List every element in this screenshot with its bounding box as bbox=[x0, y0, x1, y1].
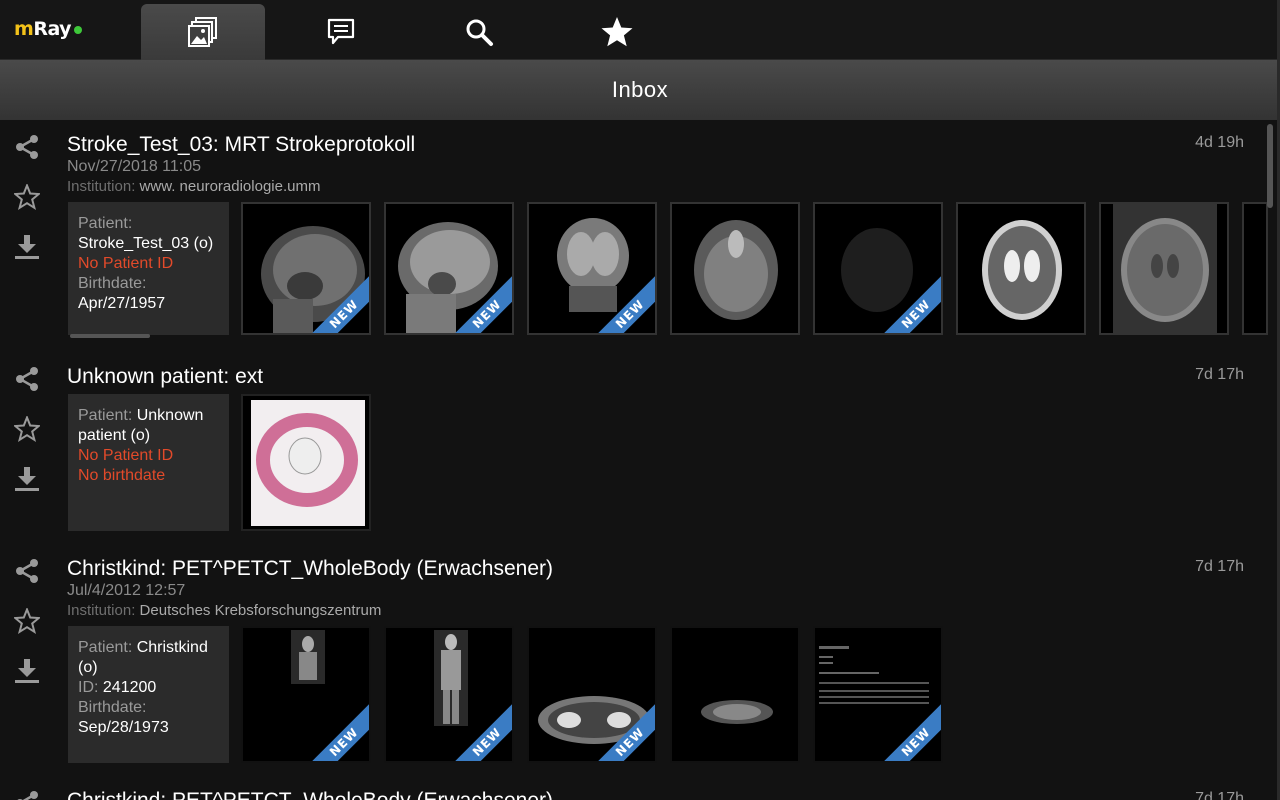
patient-name-cont: (o) bbox=[78, 659, 98, 676]
study-title[interactable]: Christkind: PET^PETCT_WholeBody (Erwachs… bbox=[67, 557, 553, 581]
study-institution: Institution: Deutsches Krebsforschungsze… bbox=[67, 602, 381, 619]
mri-axial-t2-image bbox=[982, 220, 1062, 320]
patient-id: No Patient ID bbox=[78, 447, 174, 464]
tab-messages[interactable] bbox=[279, 4, 403, 60]
app-logo: mRay bbox=[14, 18, 83, 40]
series-thumbnail[interactable]: NEW bbox=[384, 626, 514, 763]
series-thumbnail[interactable] bbox=[241, 394, 371, 531]
top-bar: mRay bbox=[0, 0, 1280, 60]
vertical-scroll-thumb[interactable] bbox=[1267, 124, 1273, 208]
study-list[interactable]: Stroke_Test_03: MRT Strokeprotokoll 4d 1… bbox=[0, 120, 1268, 800]
patient-name: Christkind bbox=[136, 639, 208, 656]
birthdate-value: No birthdate bbox=[78, 467, 166, 484]
patient-label: Patient: bbox=[78, 407, 133, 424]
patient-id: 241200 bbox=[102, 679, 157, 696]
patient-name: Unknown bbox=[136, 407, 204, 424]
study-title[interactable]: Stroke_Test_03: MRT Strokeprotokoll bbox=[67, 133, 415, 157]
mri-axial-flair-image bbox=[1113, 204, 1217, 333]
study-age: 4d 19h bbox=[1195, 134, 1244, 151]
study-age: 7d 17h bbox=[1195, 558, 1244, 575]
study-title[interactable]: Unknown patient: ext bbox=[67, 365, 263, 389]
patient-name: Stroke_Test_03 (o) bbox=[78, 235, 214, 252]
study-title[interactable]: Christkind: PET^PETCT_WholeBody (Erwachs… bbox=[67, 789, 553, 800]
star-outline-icon[interactable] bbox=[14, 608, 40, 634]
study-age: 7d 17h bbox=[1195, 790, 1244, 800]
patient-label: Patient: bbox=[78, 639, 133, 656]
download-icon[interactable] bbox=[14, 234, 40, 260]
birthdate-value: Apr/27/1957 bbox=[78, 295, 166, 312]
star-outline-icon[interactable] bbox=[14, 184, 40, 210]
share-icon[interactable] bbox=[14, 790, 40, 800]
patient-name-cont: patient (o) bbox=[78, 427, 151, 444]
series-thumbnail[interactable] bbox=[670, 626, 800, 763]
histology-image bbox=[251, 400, 365, 526]
images-icon bbox=[188, 17, 217, 47]
horizontal-scrollbar[interactable] bbox=[70, 334, 150, 338]
download-icon[interactable] bbox=[14, 466, 40, 492]
share-icon[interactable] bbox=[14, 134, 40, 160]
birthdate-label: Birthdate: bbox=[78, 699, 147, 716]
patient-info-box: Patient: Unknown patient (o) No Patient … bbox=[68, 394, 229, 531]
institution-label: Institution: bbox=[67, 602, 136, 619]
study-date: Nov/27/2018 11:05 bbox=[67, 158, 202, 175]
birthdate-value: Sep/28/1973 bbox=[78, 719, 169, 736]
series-thumbnail[interactable] bbox=[956, 202, 1086, 335]
study-date: Jul/4/2012 12:57 bbox=[67, 582, 186, 599]
logo-m: m bbox=[14, 18, 34, 40]
chat-icon bbox=[327, 18, 355, 45]
series-thumbnail[interactable] bbox=[1242, 202, 1268, 335]
series-thumbnail[interactable]: NEW bbox=[527, 626, 657, 763]
patient-info-box: Patient: Christkind (o) ID: 241200 Birth… bbox=[68, 626, 229, 763]
pet-axial-image bbox=[701, 700, 773, 724]
page-title: Inbox bbox=[611, 77, 669, 102]
mri-axial-image bbox=[694, 220, 778, 320]
share-icon[interactable] bbox=[14, 366, 40, 392]
patient-info-box: Patient: Stroke_Test_03 (o) No Patient I… bbox=[68, 202, 229, 335]
tab-gallery[interactable] bbox=[141, 4, 265, 60]
tab-favorites[interactable] bbox=[555, 4, 679, 60]
id-label: ID: bbox=[78, 679, 99, 696]
star-outline-icon[interactable] bbox=[14, 416, 40, 442]
series-thumbnail[interactable]: NEW bbox=[241, 626, 371, 763]
series-thumbnail[interactable]: NEW bbox=[384, 202, 514, 335]
institution-label: Institution: bbox=[67, 178, 136, 195]
series-thumbnail[interactable] bbox=[1099, 202, 1229, 335]
series-thumbnail[interactable]: NEW bbox=[527, 202, 657, 335]
series-thumbnail[interactable]: NEW bbox=[813, 626, 943, 763]
series-thumbnail[interactable]: NEW bbox=[813, 202, 943, 335]
institution-value: Deutsches Krebsforschungszentrum bbox=[139, 602, 382, 619]
search-icon bbox=[466, 19, 493, 46]
institution-value: www. neuroradiologie.umm bbox=[139, 178, 321, 195]
patient-label: Patient: bbox=[78, 215, 133, 232]
title-bar: Inbox bbox=[0, 60, 1280, 120]
logo-text: Ray bbox=[33, 18, 72, 40]
study-age: 7d 17h bbox=[1195, 366, 1244, 383]
series-thumbnail[interactable] bbox=[670, 202, 800, 335]
share-icon[interactable] bbox=[14, 558, 40, 584]
star-icon bbox=[601, 17, 633, 47]
birthdate-label: Birthdate: bbox=[78, 275, 147, 292]
tab-search[interactable] bbox=[417, 4, 541, 60]
patient-id: No Patient ID bbox=[78, 255, 174, 272]
online-status-dot bbox=[74, 26, 83, 34]
series-thumbnail[interactable]: NEW bbox=[241, 202, 371, 335]
download-icon[interactable] bbox=[14, 658, 40, 684]
study-institution: Institution: www. neuroradiologie.umm bbox=[67, 178, 320, 195]
